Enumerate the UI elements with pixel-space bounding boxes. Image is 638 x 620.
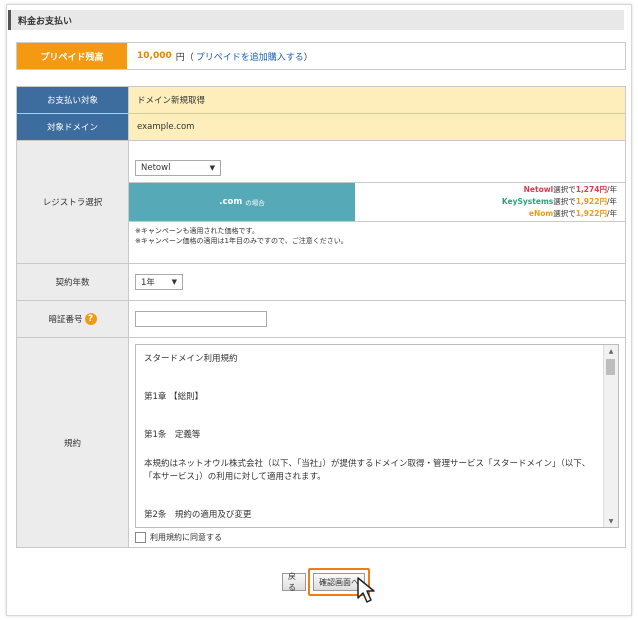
price-value: 1,922円: [575, 209, 607, 218]
price-line: eNom選択で1,922円/年: [355, 208, 617, 220]
prepaid-balance: プリペイド残高 10,000 円 （プリペイドを追加購入する）: [16, 42, 626, 70]
mouse-cursor-icon: [357, 577, 375, 603]
price-text: 選択で: [553, 197, 576, 206]
dropdown-arrow-icon: ▼: [209, 164, 215, 172]
scroll-down-icon[interactable]: ▼: [604, 515, 618, 527]
payment-form: お支払い対象 ドメイン新規取得 対象ドメイン example.com レジストラ…: [16, 86, 626, 548]
row-target-domain: 対象ドメイン example.com: [16, 113, 626, 141]
terms-line: 第1条 定義等: [144, 430, 201, 440]
pin-input[interactable]: [135, 311, 267, 327]
contract-years-select[interactable]: 1年 ▼: [135, 274, 183, 290]
row-terms: 規約 スタードメイン利用規約 第1章 【総則】 第1条 定義等 本規約はネットオ…: [16, 337, 626, 548]
row-payment-target: お支払い対象 ドメイン新規取得: [16, 86, 626, 114]
agree-checkbox[interactable]: [135, 532, 146, 543]
price-text: 選択で: [553, 209, 576, 218]
terms-textarea[interactable]: スタードメイン利用規約 第1章 【総則】 第1条 定義等 本規約はネットオウル株…: [135, 344, 619, 528]
prepaid-unit: 円: [175, 52, 185, 63]
payment-target-value: ドメイン新規取得: [128, 86, 626, 114]
price-per: /年: [606, 209, 617, 218]
prepaid-value: 10,000 円 （プリペイドを追加購入する）: [127, 43, 313, 69]
contract-years-cell: 1年 ▼: [128, 263, 626, 301]
price-registrar-name: eNom: [528, 209, 554, 218]
registrar-price-box: .com の場合 Netowl選択で1,274円/年 KeySystems選択で…: [129, 182, 625, 222]
terms-content: スタードメイン利用規約 第1章 【総則】 第1条 定義等 本規約はネットオウル株…: [136, 345, 618, 522]
back-button[interactable]: 戻る: [282, 572, 306, 592]
prepaid-link-close: ）: [303, 52, 313, 63]
com-suffix: の場合: [245, 199, 265, 207]
price-per: /年: [606, 185, 617, 194]
contract-years-selected: 1年: [141, 278, 155, 288]
buy-prepaid-link[interactable]: プリペイドを追加購入する: [196, 50, 304, 63]
contract-years-label: 契約年数: [16, 263, 129, 301]
campaign-note-1: ※キャンペーンも適用された価格です。: [135, 227, 259, 235]
scroll-up-icon[interactable]: ▲: [604, 345, 618, 357]
terms-line: 本規約はネットオウル株式会社（以下、「当社」）が提供するドメイン取得・管理サービ…: [144, 459, 591, 482]
prepaid-link-open: （: [184, 52, 194, 63]
terms-cell: スタードメイン利用規約 第1章 【総則】 第1条 定義等 本規約はネットオウル株…: [128, 337, 626, 548]
price-registrar-name: Netowl: [523, 185, 554, 194]
campaign-note-2: ※キャンペーン価格の適用は1年目のみですので、ご注意ください。: [135, 237, 348, 245]
terms-label: 規約: [16, 337, 129, 548]
section-title: 料金お支払い: [8, 10, 624, 30]
agree-label[interactable]: 利用規約に同意する: [150, 532, 222, 543]
row-contract-years: 契約年数 1年 ▼: [16, 263, 626, 301]
terms-line: 第2条 規約の適用及び変更: [144, 510, 252, 520]
dropdown-arrow-icon: ▼: [171, 278, 177, 286]
price-line: KeySystems選択で1,922円/年: [355, 196, 617, 208]
com-box: .com の場合: [129, 183, 355, 221]
prepaid-label: プリペイド残高: [17, 43, 127, 69]
row-pin: 暗証番号?: [16, 300, 626, 338]
scroll-thumb[interactable]: [606, 359, 615, 375]
registrar-label: レジストラ選択: [16, 140, 129, 264]
row-registrar: レジストラ選択 Netowl ▼ .com の場合 Netowl選択で1,274…: [16, 140, 626, 264]
target-domain-label: 対象ドメイン: [16, 113, 129, 141]
registrar-selected: Netowl: [141, 163, 171, 173]
agree-row[interactable]: 利用規約に同意する: [135, 532, 619, 543]
com-label: .com: [219, 197, 243, 207]
price-per: /年: [606, 197, 617, 206]
prepaid-amount: 10,000: [137, 51, 172, 61]
registrar-select[interactable]: Netowl ▼: [135, 160, 221, 176]
price-value: 1,274円: [575, 185, 607, 194]
price-line: Netowl選択で1,274円/年: [355, 184, 617, 196]
price-registrar-name: KeySystems: [501, 197, 554, 206]
payment-target-label: お支払い対象: [16, 86, 129, 114]
registrar-prices: Netowl選択で1,274円/年 KeySystems選択で1,922円/年 …: [355, 183, 625, 221]
terms-scrollbar[interactable]: ▲ ▼: [603, 345, 618, 527]
pin-label: 暗証番号: [48, 314, 83, 325]
terms-line: 第1章 【総則】: [144, 392, 204, 402]
pin-label-cell: 暗証番号?: [16, 300, 129, 338]
terms-line: スタードメイン利用規約: [144, 354, 238, 364]
target-domain-value: example.com: [128, 113, 626, 141]
pin-cell: [128, 300, 626, 338]
price-value: 1,922円: [575, 197, 607, 206]
registrar-cell: Netowl ▼ .com の場合 Netowl選択で1,274円/年 KeyS…: [128, 140, 626, 264]
price-text: 選択で: [553, 185, 576, 194]
help-icon[interactable]: ?: [84, 313, 97, 326]
